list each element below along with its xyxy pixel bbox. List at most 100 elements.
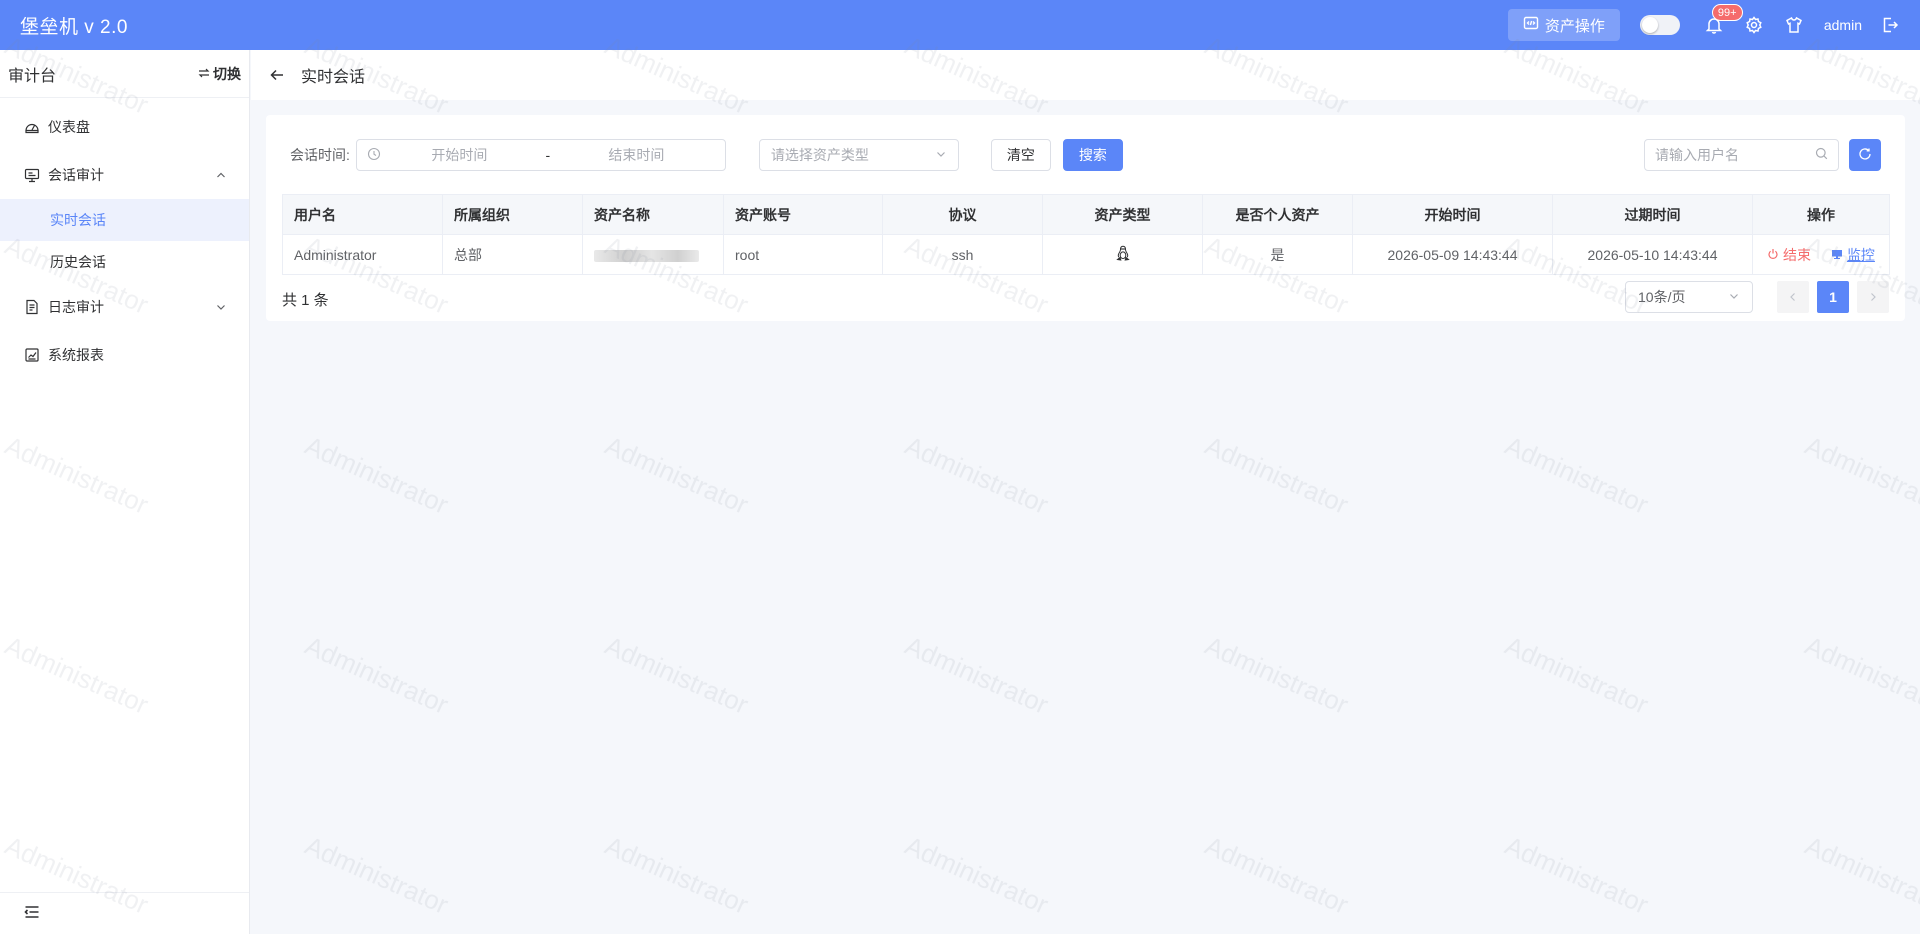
page-size-select[interactable]: 10条/页 [1625, 281, 1753, 313]
sidebar: 审计台 切换 仪表盘 会话审计 实时会话 历史会话 日志审计 系统报表 [0, 50, 250, 934]
sidebar-item-dashboard[interactable]: 仪表盘 [0, 103, 249, 151]
asset-type-placeholder: 请选择资产类型 [770, 147, 869, 163]
end-session-button[interactable]: 结束 [1767, 245, 1811, 265]
username-placeholder: 请输入用户名 [1655, 147, 1739, 163]
logout-icon[interactable] [1880, 15, 1900, 35]
app-brand: 堡垒机 v 2.0 [20, 16, 128, 38]
watermark-text: Administrator [1800, 630, 1920, 720]
total-count: 共 1 条 [282, 292, 329, 309]
switch-icon [198, 66, 210, 82]
column-header: 资产名称 [582, 194, 724, 235]
next-page-button[interactable] [1857, 281, 1889, 313]
column-header: 资产账号 [723, 194, 883, 235]
cell-account: root [723, 234, 883, 275]
sidebar-title: 审计台 [8, 67, 57, 85]
page-title: 实时会话 [301, 69, 366, 86]
monitor-icon [1831, 247, 1843, 263]
chevron-up-icon [215, 168, 227, 184]
cell-actions: 结束 监控 [1752, 234, 1890, 275]
watermark-text: Administrator [1500, 630, 1653, 720]
sidebar-item-label: 会话审计 [48, 167, 104, 183]
watermark-text: Administrator [600, 830, 753, 920]
redacted-asset-name [594, 249, 699, 262]
column-header: 过期时间 [1552, 194, 1753, 235]
sidebar-item-history-session[interactable]: 历史会话 [0, 241, 249, 283]
watermark-text: Administrator [600, 430, 753, 520]
sidebar-menu: 仪表盘 会话审计 实时会话 历史会话 日志审计 系统报表 [0, 98, 249, 379]
watermark-text: Administrator [1200, 630, 1353, 720]
asset-type-select[interactable]: 请选择资产类型 [758, 139, 959, 171]
sidebar-item-label: 日志审计 [48, 299, 104, 315]
asset-operation-button[interactable]: 资产操作 [1507, 9, 1620, 41]
linux-icon [1115, 245, 1130, 264]
chevron-down-icon [215, 300, 227, 316]
watermark-text: Administrator [1200, 430, 1353, 520]
sidebar-item-label: 实时会话 [50, 212, 106, 228]
refresh-button[interactable] [1849, 139, 1881, 171]
chevron-right-icon [1871, 293, 1876, 301]
page-size-value: 10条/页 [1638, 289, 1686, 305]
column-header: 资产类型 [1042, 194, 1203, 235]
sidebar-collapse-button[interactable] [0, 892, 249, 934]
column-header: 协议 [882, 194, 1043, 235]
cell-org: 总部 [442, 234, 583, 275]
watermark-text: Administrator [300, 830, 453, 920]
chevron-down-icon [935, 147, 947, 163]
sidebar-item-log-audit[interactable]: 日志审计 [0, 283, 249, 331]
monitor-session-label: 监控 [1846, 246, 1875, 263]
watermark-text: Administrator [1800, 430, 1920, 520]
theme-toggle[interactable] [1639, 15, 1680, 35]
sidebar-item-label: 仪表盘 [48, 119, 90, 135]
top-header: 堡垒机 v 2.0 资产操作 99+ admin [0, 0, 1920, 50]
cell-asset-type [1042, 234, 1203, 275]
sidebar-item-live-session[interactable]: 实时会话 [0, 199, 249, 241]
sessions-card: 会话时间: 开始时间 - 结束时间 请选择资产类型 清空 搜索 请输入用户名 用… [266, 115, 1905, 321]
header-actions: 资产操作 99+ admin [1507, 0, 1920, 50]
cell-asset-name [582, 234, 724, 275]
table-header-row: 用户名 所属组织 资产名称 资产账号 协议 资产类型 是否个人资产 开始时间 过… [282, 194, 1890, 235]
watermark-text: Administrator [300, 430, 453, 520]
watermark-text: Administrator [300, 630, 453, 720]
log-file-icon [24, 299, 40, 315]
watermark-text: Administrator [900, 430, 1053, 520]
session-time-range-picker[interactable]: 开始时间 - 结束时间 [355, 139, 726, 171]
watermark-text: Administrator [1500, 430, 1653, 520]
clock-icon [367, 147, 381, 164]
gear-icon[interactable] [1744, 15, 1764, 35]
sessions-table: 用户名 所属组织 资产名称 资产账号 协议 资产类型 是否个人资产 开始时间 过… [282, 194, 1890, 275]
watermark-text: Administrator [600, 630, 753, 720]
prev-page-button[interactable] [1777, 281, 1809, 313]
monitor-session-button[interactable]: 监控 [1831, 245, 1875, 265]
column-header: 用户名 [282, 194, 443, 235]
switch-button[interactable]: 切换 [198, 64, 241, 84]
back-arrow-icon[interactable] [269, 67, 285, 83]
asset-operation-label: 资产操作 [1544, 17, 1605, 35]
shirt-icon[interactable] [1784, 15, 1804, 35]
code-icon [1523, 15, 1539, 35]
current-username[interactable]: admin [1824, 17, 1862, 33]
start-time-input[interactable]: 开始时间 [381, 145, 538, 165]
end-session-label: 结束 [1783, 246, 1812, 263]
username-search-input[interactable]: 请输入用户名 [1644, 139, 1839, 171]
refresh-icon [1858, 147, 1872, 164]
sidebar-item-label: 历史会话 [50, 254, 106, 270]
end-time-input[interactable]: 结束时间 [558, 145, 715, 165]
report-icon [24, 347, 40, 363]
session-time-label: 会话时间: [290, 147, 350, 163]
cell-personal-asset: 是 [1202, 234, 1353, 275]
watermark-text: Administrator [1200, 830, 1353, 920]
search-button[interactable]: 搜索 [1062, 139, 1123, 171]
cell-expire-time: 2026-05-10 14:43:44 [1552, 234, 1753, 275]
watermark-text: Administrator [1800, 830, 1920, 920]
sidebar-header: 审计台 切换 [0, 50, 249, 98]
clear-button[interactable]: 清空 [990, 139, 1051, 171]
column-header: 开始时间 [1352, 194, 1553, 235]
sidebar-item-session-audit[interactable]: 会话审计 [0, 151, 249, 199]
dashboard-icon [24, 119, 40, 135]
notification-bell-icon[interactable]: 99+ [1704, 4, 1743, 35]
sidebar-item-label: 系统报表 [48, 347, 104, 363]
chevron-left-icon [1790, 293, 1795, 301]
sidebar-item-system-report[interactable]: 系统报表 [0, 331, 249, 379]
column-header: 操作 [1752, 194, 1890, 235]
page-number-button[interactable]: 1 [1817, 281, 1849, 313]
